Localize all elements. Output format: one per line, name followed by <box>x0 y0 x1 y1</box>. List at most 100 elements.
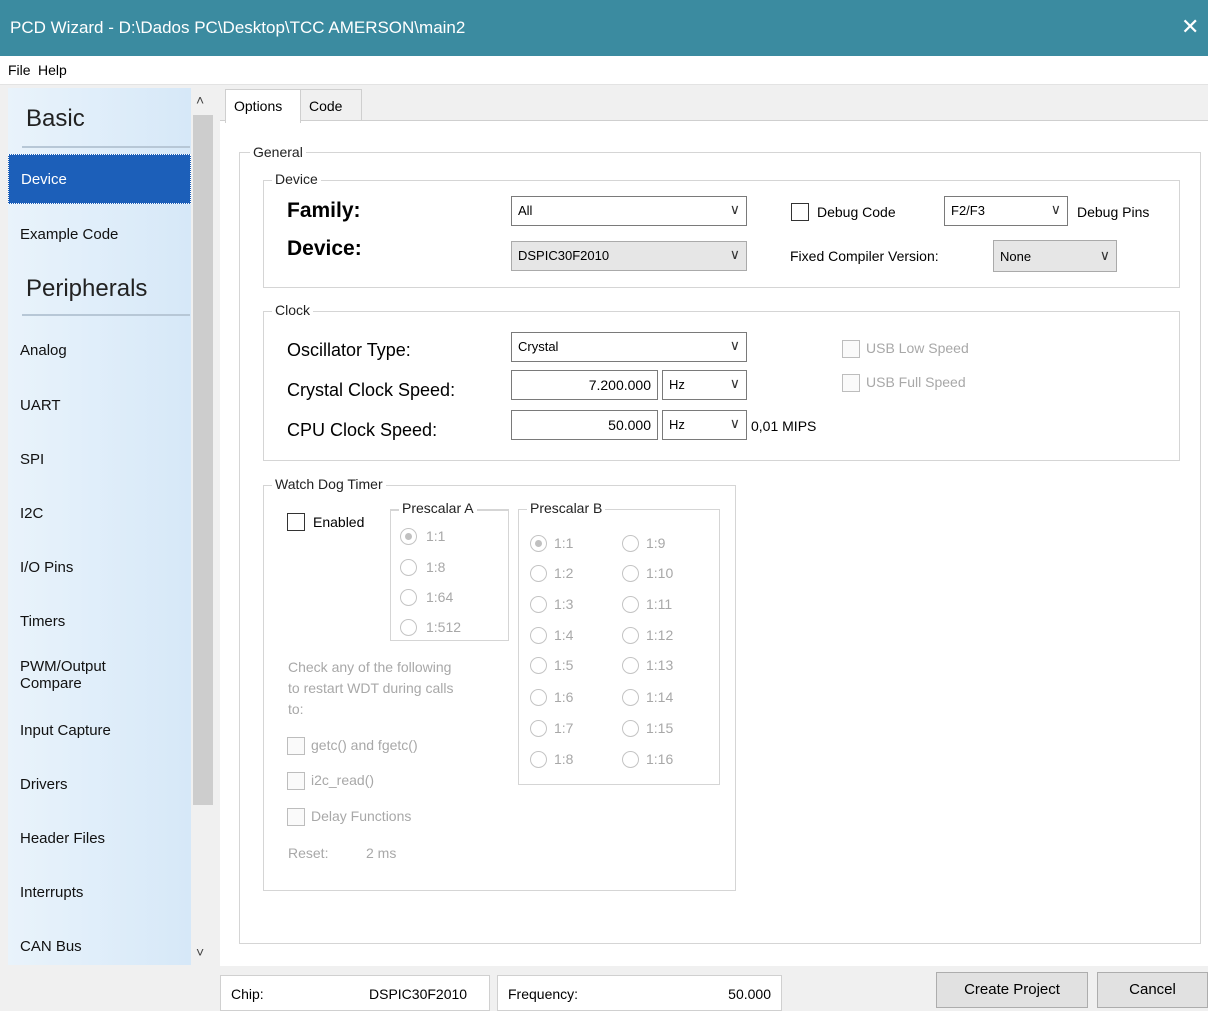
prescalar-b-radio[interactable] <box>622 565 639 582</box>
prescalar-a-radio[interactable] <box>400 589 417 606</box>
wdt-restart-text-2: to restart WDT during calls <box>288 680 454 696</box>
sidebar-item-label: Timers <box>20 613 66 630</box>
prescalar-b-label: Prescalar B <box>527 500 606 516</box>
sidebar-item-io-pins[interactable]: I/O Pins <box>8 542 191 592</box>
cpu-unit-select[interactable]: Hz ∨ <box>662 410 747 440</box>
sidebar-item-device[interactable]: Device <box>8 154 191 204</box>
prescalar-b-option: 1:15 <box>646 720 674 736</box>
sidebar-item-spi[interactable]: SPI <box>8 434 191 484</box>
prescalar-a-option: 1:8 <box>426 559 446 575</box>
prescalar-b-radio[interactable] <box>530 657 547 674</box>
frequency-status: Frequency: 50.000 <box>497 975 782 1011</box>
chip-label: Chip: <box>231 986 264 1002</box>
sidebar-item-analog[interactable]: Analog <box>8 325 191 375</box>
sidebar-item-i2c[interactable]: I2C <box>8 488 191 538</box>
sidebar-item-pwm[interactable]: PWM/Output Compare <box>8 650 191 700</box>
fixed-compiler-label: Fixed Compiler Version: <box>790 248 939 264</box>
prescalar-b-group <box>518 509 720 785</box>
reset-value: 2 ms <box>366 845 397 861</box>
prescalar-b-radio[interactable] <box>530 535 547 552</box>
scroll-down-icon[interactable]: ˅ <box>196 944 204 960</box>
prescalar-b-option: 1:14 <box>646 689 674 705</box>
sidebar-item-label: I2C <box>20 505 44 522</box>
scroll-up-icon[interactable]: ˄ <box>196 92 204 108</box>
sidebar-item-example-code[interactable]: Example Code <box>8 209 191 259</box>
family-value: All <box>518 203 533 218</box>
frequency-value: 50.000 <box>728 986 771 1002</box>
family-select[interactable]: All ∨ <box>511 196 747 226</box>
oscillator-type-value: Crystal <box>518 339 559 354</box>
oscillator-type-select[interactable]: Crystal ∨ <box>511 332 747 362</box>
sidebar-item-drivers[interactable]: Drivers <box>8 759 191 809</box>
oscillator-type-label: Oscillator Type: <box>287 340 411 360</box>
sidebar-item-timers[interactable]: Timers <box>8 596 191 646</box>
cpu-speed-input[interactable]: 50.000 <box>511 410 658 440</box>
prescalar-b-radio[interactable] <box>622 751 639 768</box>
general-group-label: General <box>250 144 306 160</box>
i2c-read-label: i2c_read() <box>311 772 375 788</box>
sidebar-item-label: PWM/Output Compare <box>20 658 106 692</box>
prescalar-a-radio[interactable] <box>400 559 417 576</box>
menu-help[interactable]: Help <box>38 62 67 78</box>
prescalar-b-option: 1:16 <box>646 751 674 767</box>
close-icon[interactable]: ✕ <box>1181 14 1199 40</box>
prescalar-b-radio[interactable] <box>530 720 547 737</box>
device-select[interactable]: DSPIC30F2010 ∨ <box>511 241 747 271</box>
frequency-label: Frequency: <box>508 986 579 1002</box>
window-title: PCD Wizard - D:\Dados PC\Desktop\TCC AME… <box>10 18 466 37</box>
prescalar-b-radio[interactable] <box>622 627 639 644</box>
prescalar-b-option: 1:1 <box>554 535 574 551</box>
sidebar-item-header-files[interactable]: Header Files <box>8 813 191 863</box>
sidebar-item-label: Interrupts <box>20 884 84 901</box>
fixed-compiler-select[interactable]: None ∨ <box>993 240 1117 272</box>
wdt-enabled-checkbox[interactable] <box>287 513 305 531</box>
prescalar-b-option: 1:7 <box>554 720 574 736</box>
prescalar-b-radio[interactable] <box>530 565 547 582</box>
delay-functions-checkbox[interactable] <box>287 808 305 826</box>
prescalar-b-radio[interactable] <box>622 596 639 613</box>
menu-bar: File Help <box>0 56 1208 85</box>
crystal-speed-label: Crystal Clock Speed: <box>287 380 456 400</box>
device-group-label: Device <box>272 171 321 187</box>
sidebar-item-uart[interactable]: UART <box>8 380 191 430</box>
prescalar-b-option: 1:8 <box>554 751 574 767</box>
prescalar-a-radio[interactable] <box>400 619 417 636</box>
chevron-down-icon: ∨ <box>729 201 740 217</box>
chevron-down-icon: ∨ <box>729 337 740 353</box>
menu-file[interactable]: File <box>8 62 31 78</box>
usb-full-speed-checkbox[interactable] <box>842 374 860 392</box>
crystal-unit-select[interactable]: Hz ∨ <box>662 370 747 400</box>
crystal-speed-input[interactable]: 7.200.000 <box>511 370 658 400</box>
wdt-restart-text-1: Check any of the following <box>288 659 452 675</box>
debug-pins-select[interactable]: F2/F3 ∨ <box>944 196 1068 226</box>
prescalar-b-radio[interactable] <box>530 751 547 768</box>
prescalar-b-radio[interactable] <box>530 627 547 644</box>
fixed-compiler-value: None <box>1000 249 1032 264</box>
sidebar-item-input-capture[interactable]: Input Capture <box>8 705 191 755</box>
clock-group-label: Clock <box>272 302 314 318</box>
sidebar-heading-basic: Basic <box>26 105 85 132</box>
usb-low-speed-checkbox[interactable] <box>842 340 860 358</box>
i2c-read-checkbox[interactable] <box>287 772 305 790</box>
getc-checkbox[interactable] <box>287 737 305 755</box>
prescalar-a-option: 1:64 <box>426 589 454 605</box>
prescalar-b-radio[interactable] <box>622 689 639 706</box>
tab-options[interactable]: Options <box>225 89 301 123</box>
sidebar-item-can-bus[interactable]: CAN Bus <box>8 921 191 965</box>
prescalar-b-radio[interactable] <box>530 596 547 613</box>
prescalar-a-radio[interactable] <box>400 528 417 545</box>
prescalar-b-radio[interactable] <box>530 689 547 706</box>
prescalar-b-option: 1:5 <box>554 657 574 673</box>
sidebar-item-interrupts[interactable]: Interrupts <box>8 867 191 917</box>
prescalar-b-option: 1:3 <box>554 596 574 612</box>
cancel-button[interactable]: Cancel <box>1097 972 1208 1008</box>
wdt-enabled-label: Enabled <box>313 514 365 530</box>
wdt-group-label: Watch Dog Timer <box>272 476 386 492</box>
prescalar-b-radio[interactable] <box>622 657 639 674</box>
prescalar-b-radio[interactable] <box>622 720 639 737</box>
prescalar-b-radio[interactable] <box>622 535 639 552</box>
tab-code[interactable]: Code <box>300 89 362 120</box>
create-project-button[interactable]: Create Project <box>936 972 1088 1008</box>
scrollbar-thumb[interactable] <box>193 115 213 805</box>
debug-code-checkbox[interactable] <box>791 203 809 221</box>
